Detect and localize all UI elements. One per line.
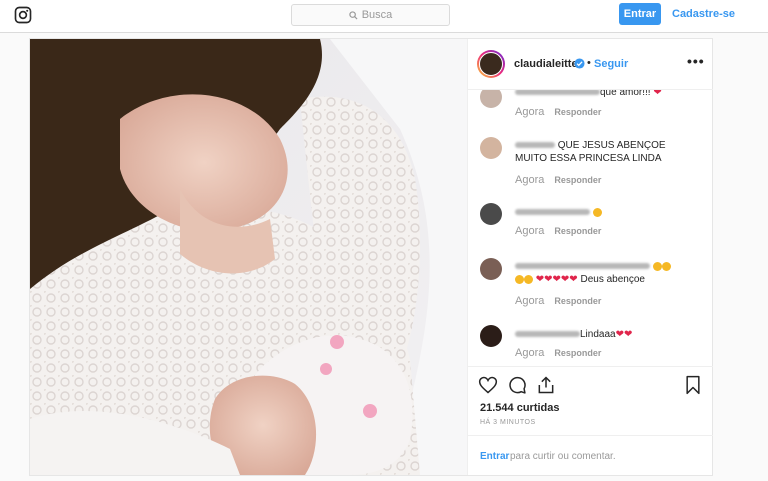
comment-avatar[interactable] (480, 258, 502, 280)
reply-button[interactable]: Responder (554, 107, 601, 117)
comment-text (515, 206, 700, 219)
reply-button[interactable]: Responder (554, 226, 601, 236)
profile-avatar[interactable] (477, 50, 505, 78)
heart-emoji-icon: ❤ (653, 90, 662, 98)
comment-prompt-text: para curtir ou comentar. (510, 451, 616, 462)
comment-meta: Agora Responder (515, 225, 602, 237)
more-options-icon[interactable]: ••• (687, 53, 705, 69)
post-card: claudialeitte • Seguir ••• que amor!!! ❤… (29, 38, 713, 476)
post-header: claudialeitte • Seguir ••• (468, 39, 713, 90)
comment-avatar[interactable] (480, 90, 502, 108)
reply-button[interactable]: Responder (554, 348, 601, 358)
comment-avatar[interactable] (480, 325, 502, 347)
likes-count[interactable]: 21.544 curtidas (480, 402, 560, 414)
top-navigation-bar: Busca Entrar Cadastre-se (0, 0, 768, 33)
search-placeholder: Busca (361, 9, 393, 21)
comment-text: que amor!!! ❤ (515, 90, 700, 99)
comment-avatar[interactable] (480, 137, 502, 159)
comment-text: ❤❤❤❤❤ Deus abençoe (515, 260, 700, 286)
follow-button[interactable]: Seguir (594, 58, 628, 70)
comment-text: Lindaaa❤❤ (515, 328, 700, 341)
login-to-comment-link[interactable]: Entrar (480, 451, 509, 462)
post-timestamp: HÁ 3 MINUTOS (480, 419, 536, 426)
comment-meta: Agora Responder (515, 106, 602, 118)
comment-meta: Agora Responder (515, 295, 602, 307)
login-button[interactable]: Entrar (619, 3, 661, 25)
comment-meta: Agora Responder (515, 347, 602, 359)
search-icon (349, 10, 358, 20)
comment-icon[interactable] (507, 375, 527, 395)
instagram-icon[interactable] (14, 6, 32, 24)
separator-dot: • (587, 57, 591, 69)
signup-link[interactable]: Cadastre-se (672, 8, 735, 20)
post-photo[interactable] (30, 39, 467, 475)
post-sidebar: claudialeitte • Seguir ••• que amor!!! ❤… (467, 39, 713, 475)
mother-and-newborn-photo (30, 39, 467, 475)
comments-list: que amor!!! ❤ Agora Responder QUE JESUS A… (468, 90, 713, 366)
username[interactable]: claudialeitte (514, 58, 578, 70)
search-input[interactable]: Busca (291, 4, 450, 26)
comment-prompt: Entrar para curtir ou comentar. (468, 435, 713, 477)
bookmark-icon[interactable] (683, 375, 703, 395)
reply-button[interactable]: Responder (554, 175, 601, 185)
comment-meta: Agora Responder (515, 174, 602, 186)
reply-button[interactable]: Responder (554, 296, 601, 306)
comment-avatar[interactable] (480, 203, 502, 225)
verified-badge-icon (574, 58, 585, 69)
comment-text: QUE JESUS ABENÇOE MUITO ESSA PRINCESA LI… (515, 140, 666, 164)
post-actions: 21.544 curtidas HÁ 3 MINUTOS Entrar para… (468, 366, 713, 476)
heart-like-icon[interactable] (478, 375, 498, 395)
share-icon[interactable] (536, 375, 556, 395)
heart-eyes-emoji-icon (592, 207, 602, 217)
